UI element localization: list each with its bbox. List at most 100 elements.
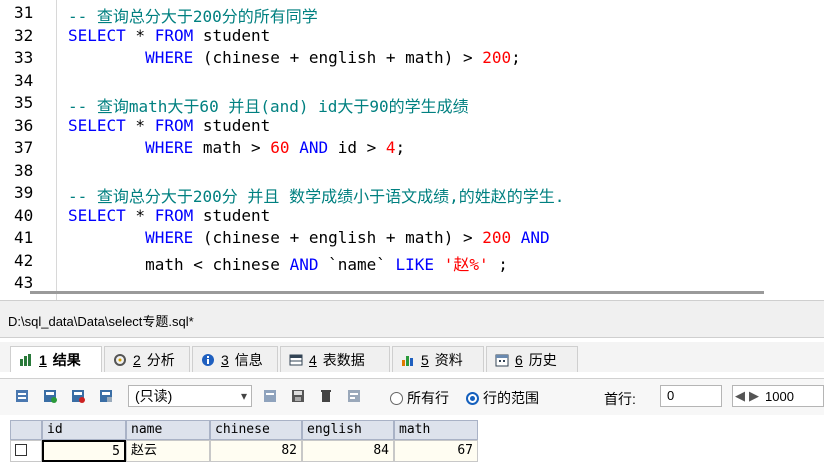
tab-result-num: 1 (39, 351, 47, 368)
sql-literal: 4 (385, 138, 396, 157)
sql-text: * (125, 205, 155, 225)
copy-row-icon[interactable] (98, 388, 114, 404)
sql-text: (chinese + english + math) > (193, 228, 483, 247)
export-icon[interactable] (14, 388, 30, 404)
row-checkbox[interactable] (15, 444, 27, 456)
sql-keyword: WHERE (145, 138, 194, 157)
sql-text: student (193, 115, 271, 135)
file-path: D:\sql_data\Data\select专题.sql* (8, 314, 194, 329)
next-page-icon[interactable]: ▶ (747, 388, 761, 404)
sql-keyword: SELECT (68, 115, 126, 135)
tab-info[interactable]: 3 信息 (192, 346, 278, 372)
sql-keyword: LIKE (395, 254, 435, 274)
line-number: 32 (14, 25, 34, 45)
refresh-grid-icon[interactable] (262, 388, 278, 404)
tab-analysis-num: 2 (133, 351, 141, 368)
filter-icon[interactable] (346, 388, 362, 404)
code-line[interactable]: -- 查询总分大于200分的所有同学 (68, 3, 318, 26)
code-line[interactable]: SELECT * FROM student (68, 26, 270, 48)
sql-keyword: WHERE (145, 48, 194, 67)
line-number: 41 (14, 228, 34, 247)
sql-text: math < chinese (68, 254, 290, 274)
result-toolbar: (只读) ▾ 所有行 行的范围 首行: 0 ◀ ▶ 1000 (0, 378, 824, 415)
sql-comment: -- 查询math大于60 并且(and) id大于90的学生成绩 (68, 97, 469, 116)
tab-history-num: 6 (515, 351, 523, 368)
sql-literal: 60 (270, 138, 290, 157)
tab-result[interactable]: 1 结果 (10, 346, 102, 372)
prev-page-icon[interactable]: ◀ (733, 388, 747, 404)
radio-row-range-label: 行的范围 (483, 390, 539, 406)
sql-text: (chinese + english + math) > (193, 48, 483, 67)
column-header-id[interactable]: id (42, 420, 126, 440)
code-line[interactable]: -- 查询math大于60 并且(and) id大于90的学生成绩 (68, 93, 469, 116)
sql-text: student (193, 25, 271, 45)
tab-profile-label: 资料 (434, 351, 463, 368)
line-number: 43 (14, 273, 34, 292)
tab-history[interactable]: 6 历史 (486, 346, 578, 372)
table-cell-name[interactable]: 赵云 (126, 440, 210, 462)
tab-info-label: 信息 (234, 351, 263, 368)
sql-text: ; (511, 48, 521, 67)
sql-keyword: AND (299, 138, 329, 157)
result-tabs: 1 结果 2 分析 3 信息 4 表数据 5 资料 6 历史 (0, 342, 824, 372)
radio-row-range-dot[interactable] (466, 391, 479, 405)
line-number: 36 (14, 115, 34, 135)
radio-row-range[interactable]: 行的范围 (466, 388, 539, 408)
row-selector[interactable] (10, 440, 42, 462)
row-limit-value[interactable]: 1000 (765, 389, 794, 404)
result-grid-icon (19, 353, 33, 367)
result-grid[interactable]: id name chinese english math 5 赵云 82 84 … (10, 420, 480, 466)
code-line[interactable]: SELECT * FROM student (68, 116, 270, 138)
column-header-chinese[interactable]: chinese (210, 420, 302, 440)
sql-text: ; (395, 138, 406, 157)
sql-comment: -- 查询总分大于200分 并且 数学成绩小于语文成绩,的姓赵的学生. (68, 187, 565, 206)
line-number: 38 (14, 160, 34, 180)
row-limit-pager: ◀ ▶ 1000 (732, 385, 824, 407)
line-number: 33 (14, 48, 34, 67)
insert-row-icon[interactable] (42, 388, 58, 404)
sql-keyword: WHERE (145, 228, 194, 247)
table-cell-chinese[interactable]: 82 (210, 440, 302, 462)
table-cell-english[interactable]: 84 (302, 440, 394, 462)
sql-text: `name` (318, 254, 396, 274)
code-line[interactable]: math < chinese AND `name` LIKE '赵%' ; (68, 251, 508, 274)
sql-text: * (125, 25, 155, 45)
tab-profile[interactable]: 5 资料 (392, 346, 484, 372)
column-header-math[interactable]: math (394, 420, 478, 440)
tab-table-data[interactable]: 4 表数据 (280, 346, 390, 372)
sql-keyword: AND (520, 228, 550, 247)
info-icon (201, 353, 215, 367)
radio-all-rows-dot[interactable] (390, 391, 403, 405)
table-cell-math[interactable]: 67 (394, 440, 478, 462)
trash-icon[interactable] (318, 388, 334, 404)
line-number-gutter: 31 32 33 34 35 36 37 38 39 40 41 42 43 (0, 0, 57, 300)
code-line[interactable]: -- 查询总分大于200分 并且 数学成绩小于语文成绩,的姓赵的学生. (68, 183, 565, 206)
mode-select[interactable]: (只读) ▾ (128, 385, 252, 407)
sql-editor[interactable]: 31 32 33 34 35 36 37 38 39 40 41 42 43 -- 查询总分大于200分… (0, 0, 824, 300)
save-icon[interactable] (290, 388, 306, 404)
code-line[interactable]: WHERE (chinese + english + math) > 200 A… (68, 228, 550, 250)
radio-all-rows[interactable]: 所有行 (390, 388, 449, 408)
line-number: 34 (14, 70, 34, 90)
line-number: 35 (14, 93, 34, 112)
sql-keyword: SELECT (68, 205, 126, 225)
tab-table-data-label: 表数据 (322, 351, 365, 368)
column-header-name[interactable]: name (126, 420, 210, 440)
file-path-bar: D:\sql_data\Data\select专题.sql* (0, 300, 824, 338)
sql-literal: 200 (482, 228, 512, 247)
horizontal-scrollbar[interactable] (30, 291, 764, 294)
tab-analysis[interactable]: 2 分析 (104, 346, 190, 372)
code-line[interactable]: SELECT * FROM student (68, 206, 270, 228)
line-number: 37 (14, 138, 34, 157)
code-area[interactable]: -- 查询总分大于200分的所有同学 SELECT * FROM student … (68, 0, 824, 300)
column-header-english[interactable]: english (302, 420, 394, 440)
row-header-corner (10, 420, 42, 440)
code-line[interactable]: WHERE math > 60 AND id > 4; (68, 138, 405, 160)
table-cell-id[interactable]: 5 (42, 440, 126, 462)
delete-row-icon[interactable] (70, 388, 86, 404)
code-line[interactable]: WHERE (chinese + english + math) > 200; (68, 48, 521, 70)
first-row-input[interactable]: 0 (660, 385, 722, 407)
